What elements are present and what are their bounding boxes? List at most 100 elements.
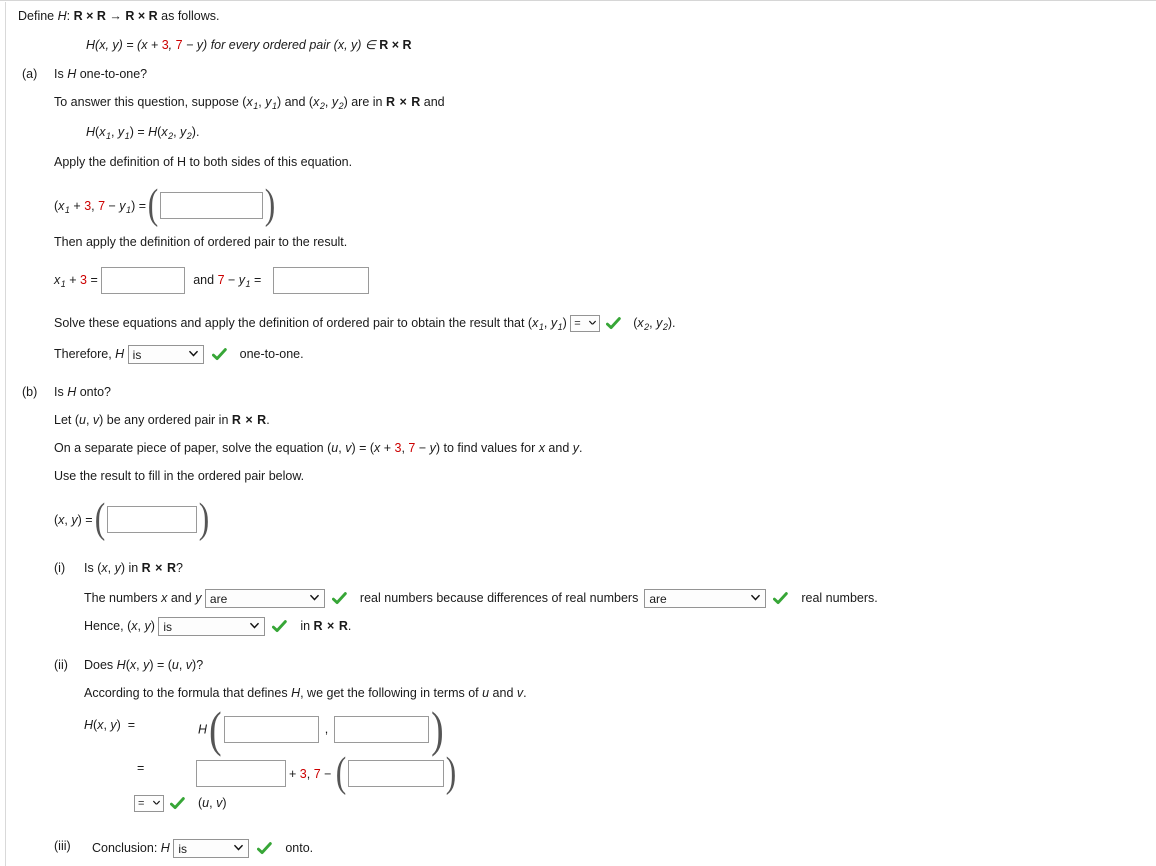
colon: : xyxy=(66,9,74,23)
part-a-suppose-text: To answer this question, suppose (x1, y1… xyxy=(54,95,445,111)
part-a-therefore-post: one-to-one. xyxy=(239,347,304,362)
part-bi-line1-mid: real numbers because differences of real… xyxy=(359,591,639,606)
arrow: → xyxy=(105,9,126,23)
part-a-then-text: Then apply the definition of ordered pai… xyxy=(54,235,348,249)
part-bii-row1-input-2[interactable] xyxy=(334,716,430,743)
part-a-row2-input-1[interactable] xyxy=(101,267,186,294)
part-bi-line2-pre: Hence, (x, y) xyxy=(84,619,159,634)
part-biii-line: Conclusion: H is onto. xyxy=(92,839,313,858)
part-bii-row3-text: (u, v) xyxy=(198,796,227,811)
as-follows-text: as follows. xyxy=(157,9,220,23)
formula-constant-3: 3 xyxy=(161,38,169,52)
part-bi-line1-pre: The numbers x and y xyxy=(84,591,202,606)
formula-line: H(x, y) = (x + 3, 7 − y) for every order… xyxy=(86,39,412,52)
part-bii-row1-input-1[interactable] xyxy=(223,716,319,743)
green-check-icon xyxy=(257,842,273,855)
domain-RxR: R × R xyxy=(73,9,106,23)
part-b-marker: (b) xyxy=(22,385,38,399)
part-bii-row1-comma: , xyxy=(324,722,329,737)
formula-prefix: H(x, y) = (x + xyxy=(86,38,162,52)
green-check-icon xyxy=(773,592,789,605)
part-bii-marker: (ii) xyxy=(54,658,68,672)
open-paren: ( xyxy=(94,496,105,542)
green-check-icon xyxy=(606,317,621,330)
green-check-icon xyxy=(211,348,227,361)
left-rule-divider xyxy=(5,2,6,866)
part-bii-row1-lhs: H(x, y) = xyxy=(84,718,136,732)
part-bii-question: Does H(x, y) = (u, v)? xyxy=(84,658,204,672)
part-a-equation: H(x1, y1) = H(x2, y2). xyxy=(86,125,200,141)
part-a-question: Is H one-to-one? xyxy=(54,67,148,81)
chevron-down-icon xyxy=(153,800,160,807)
chevron-down-icon xyxy=(589,320,597,327)
close-paren: ) xyxy=(264,182,276,228)
part-bi-select-1[interactable]: are xyxy=(204,589,325,608)
part-bii-H-symbol: H xyxy=(198,722,208,737)
formula-suffix: − y) for every ordered pair (x, y) ∈ xyxy=(182,38,380,52)
part-a-therefore-label: Therefore, H xyxy=(54,347,125,362)
part-a-equality-select[interactable]: = xyxy=(570,315,601,332)
open-paren: ( xyxy=(336,750,347,796)
part-bii-row2-input-2[interactable] xyxy=(348,760,445,788)
part-bii-according-text: According to the formula that defines H,… xyxy=(84,686,527,700)
part-bi-line1-post: real numbers. xyxy=(801,591,878,606)
part-bi-line2: Hence, (x, y) is in R × R. xyxy=(84,617,351,636)
part-a-marker: (a) xyxy=(22,67,38,81)
part-bii-row2-input-1[interactable] xyxy=(196,760,286,788)
codomain-RxR: R × R xyxy=(125,9,158,23)
formula-separator: , xyxy=(168,38,176,52)
part-a-solve-text: Solve these equations and apply the defi… xyxy=(54,316,571,333)
part-a-row2: x1 + 3 = and 7 − y1 = xyxy=(54,267,369,294)
part-bii-row2: + 3, 7 − () xyxy=(196,750,458,796)
define-text: Define xyxy=(18,9,58,23)
part-b-pair-lhs: (x, y) = xyxy=(54,512,93,527)
part-bi-line2-post: in R × R. xyxy=(300,619,352,634)
part-bi-select-2-value: are xyxy=(649,591,667,606)
green-check-icon xyxy=(272,620,288,633)
part-bii-row2-eq: = xyxy=(137,761,145,775)
part-a-row2-mid: and 7 − y1 = xyxy=(193,273,265,290)
part-bii-row1: H(,) xyxy=(198,701,446,757)
define-line: Define H: R × R → R × R as follows. xyxy=(18,10,220,23)
chevron-down-icon xyxy=(751,594,761,603)
open-paren: ( xyxy=(209,701,222,757)
part-bi-select-1-value: are xyxy=(209,591,228,606)
part-a-row1-input[interactable] xyxy=(160,192,263,220)
part-b-pair-input[interactable] xyxy=(106,506,197,534)
part-biii-select[interactable]: is xyxy=(173,839,250,858)
part-biii-marker: (iii) xyxy=(54,839,71,853)
part-bi-question: Is (x, y) in R × R? xyxy=(84,561,183,575)
green-check-icon xyxy=(331,592,347,605)
part-bii-equality-select-value: = xyxy=(138,797,145,809)
part-a-solve-rhs: (x2, y2). xyxy=(633,316,676,333)
part-a-equality-select-value: = xyxy=(574,317,581,329)
part-bi-marker: (i) xyxy=(54,561,66,575)
part-a-row1-lhs: (x1 + 3, 7 − y1) = xyxy=(54,198,146,215)
part-b-let-text: Let (u, v) be any ordered pair in R × R. xyxy=(54,413,270,427)
part-bi-line1: The numbers x and y are real numbers beca… xyxy=(84,589,878,608)
open-paren: ( xyxy=(147,182,159,228)
formula-RxR: R × R xyxy=(379,38,412,52)
part-a-therefore-line: Therefore, H is one-to-one. xyxy=(54,345,304,364)
part-b-use-text: Use the result to fill in the ordered pa… xyxy=(54,469,305,483)
part-a-therefore-select[interactable]: is xyxy=(127,345,204,364)
part-b-pair-row: (x, y) =() xyxy=(54,496,211,542)
part-bii-row3: = (u, v) xyxy=(134,795,227,812)
close-paren: ) xyxy=(431,701,444,757)
part-a-row2-input-2[interactable] xyxy=(272,267,369,294)
formula-constant-7: 7 xyxy=(175,38,183,52)
part-bi-select-2[interactable]: are xyxy=(644,589,767,608)
function-symbol-H: H xyxy=(57,9,67,23)
part-a-solve-line: Solve these equations and apply the defi… xyxy=(54,315,676,332)
part-b-question: Is H onto? xyxy=(54,385,111,399)
part-bi-select-3[interactable]: is xyxy=(158,617,266,636)
part-bi-select-3-value: is xyxy=(163,619,173,634)
part-bii-row2-operators: + 3, 7 − xyxy=(289,766,332,781)
part-biii-label-pre: Conclusion: H xyxy=(92,841,170,856)
part-a-row1: (x1 + 3, 7 − y1) =() xyxy=(54,182,277,228)
worksheet-page: Define H: R × R → R × R as follows. H(x,… xyxy=(0,0,1156,866)
part-b-solve-text: On a separate piece of paper, solve the … xyxy=(54,441,583,455)
green-check-icon xyxy=(170,797,185,810)
chevron-down-icon xyxy=(188,350,198,359)
part-bii-equality-select[interactable]: = xyxy=(134,795,164,812)
